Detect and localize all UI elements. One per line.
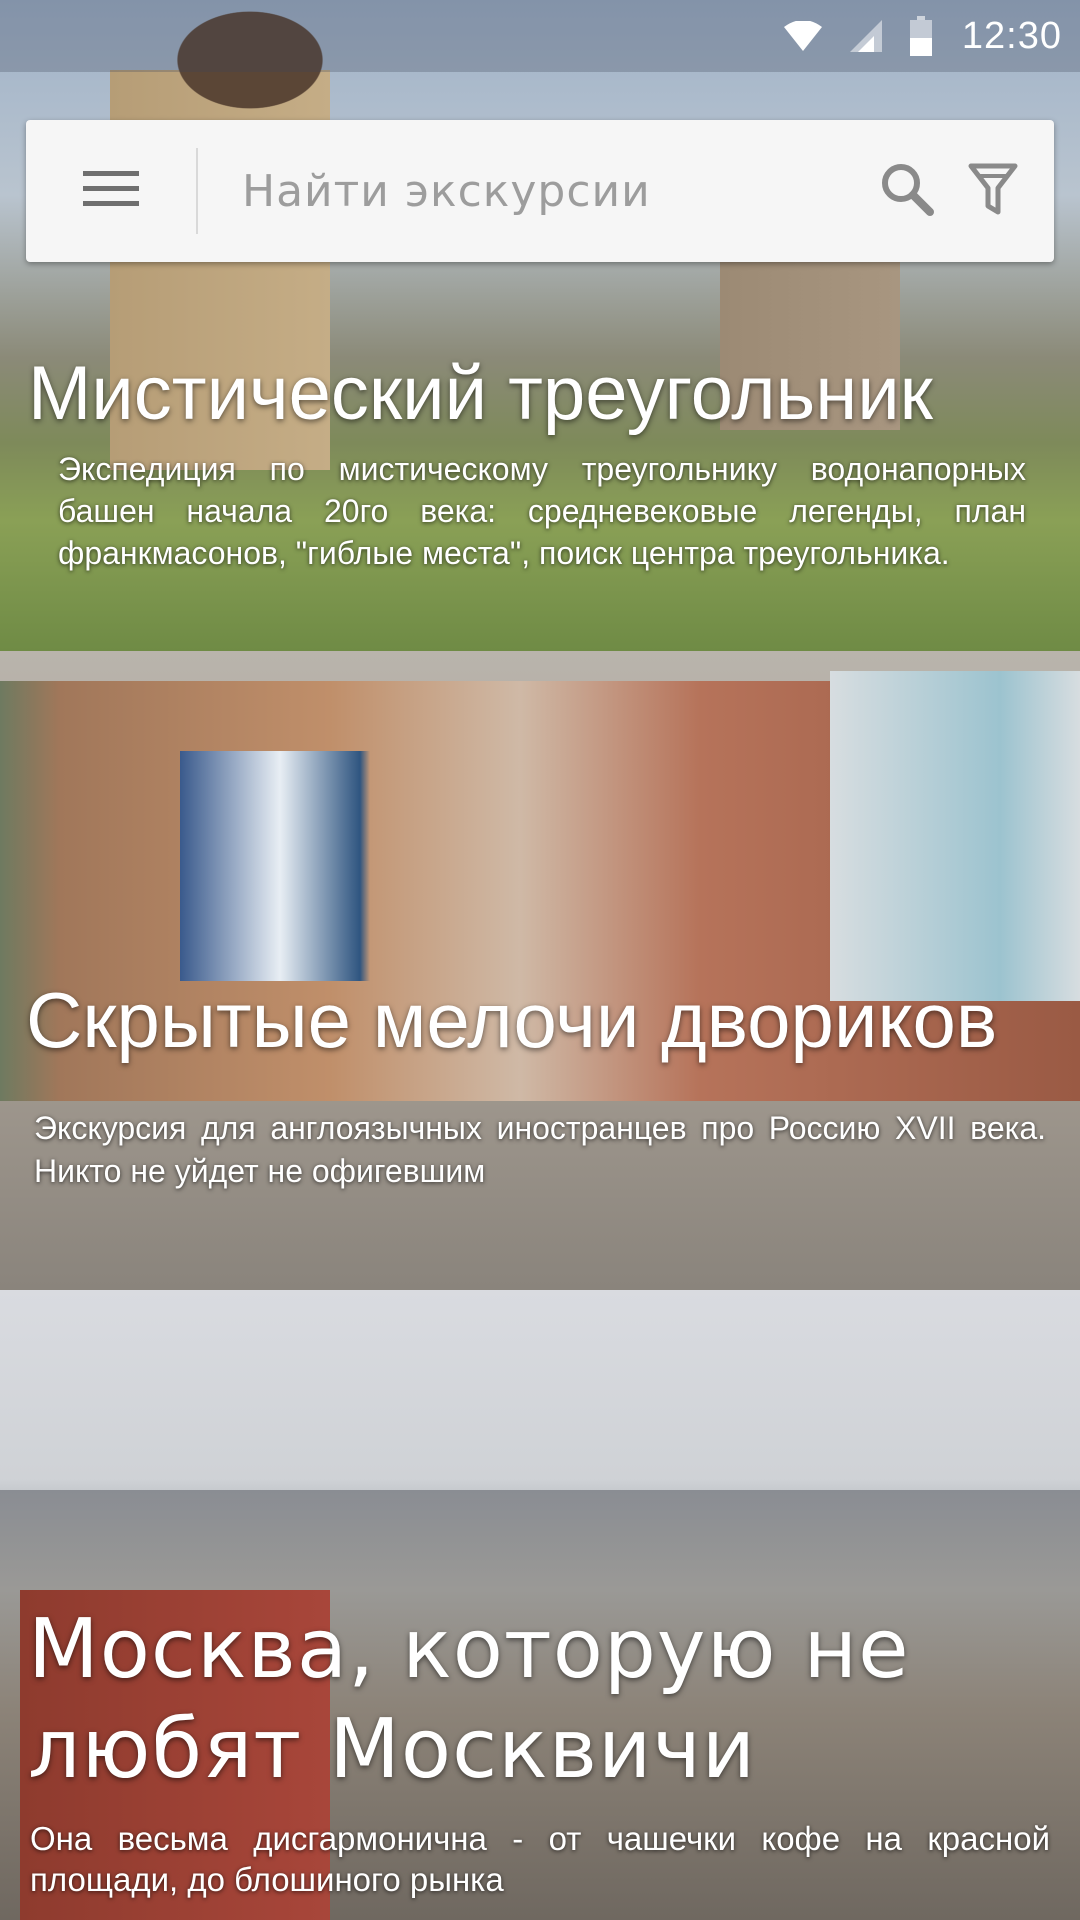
tour-description: Экспедиция по мистическому треугольнику … <box>58 451 1026 571</box>
tour-cover-image <box>0 651 1080 1290</box>
filter-button[interactable] <box>950 120 1036 262</box>
search-bar <box>26 119 1054 263</box>
tour-title: Скрытые мелочи двориков <box>26 976 998 1064</box>
tour-title: Мистический треугольник <box>28 351 933 436</box>
hamburger-menu-icon <box>83 169 139 214</box>
tour-description: Она весьма дисгармонична - от чашечки ко… <box>30 1820 1050 1898</box>
tour-title: Москва, которую не любят Москвичи <box>28 1602 910 1797</box>
menu-button[interactable] <box>26 120 196 262</box>
status-time: 12:30 <box>961 14 1062 57</box>
status-bar: 12:30 <box>0 0 1080 72</box>
battery-icon <box>909 16 932 56</box>
search-input[interactable] <box>198 119 864 263</box>
filter-icon <box>968 162 1018 221</box>
search-button[interactable] <box>864 120 950 262</box>
wifi-icon <box>783 21 822 51</box>
tour-card[interactable]: Москва, которую не любят Москвичи Она ве… <box>0 1290 1080 1920</box>
tour-description: Экскурсия для англоязычных иностранцев п… <box>34 1110 1046 1189</box>
search-icon <box>880 162 934 221</box>
tour-card[interactable]: Скрытые мелочи двориков Экскурсия для ан… <box>0 651 1080 1290</box>
cell-signal-icon <box>849 20 882 52</box>
tour-card[interactable]: Мистический треугольник Экспедиция по ми… <box>0 0 1080 651</box>
